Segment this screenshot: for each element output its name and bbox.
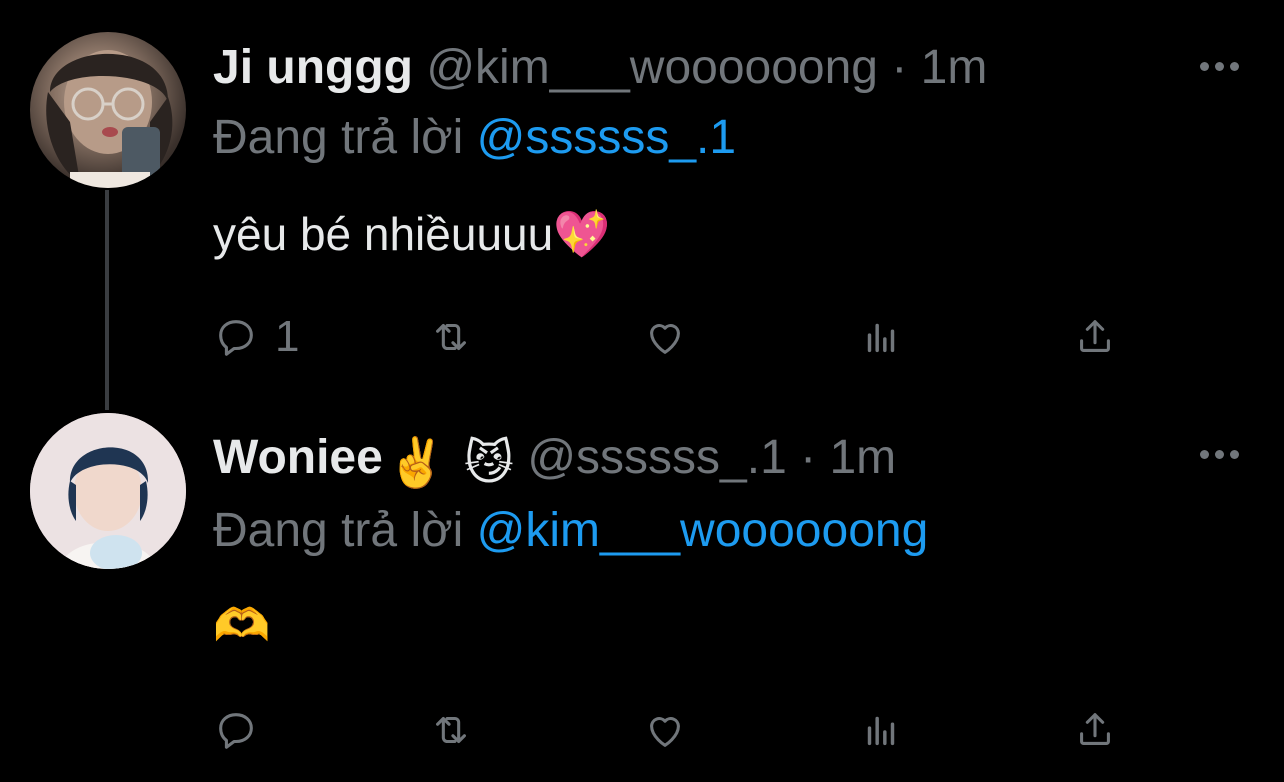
tweet-text: yêu bé nhiềuuuu💖 (213, 206, 610, 262)
reply-button[interactable] (213, 705, 275, 755)
retweet-icon (436, 323, 466, 351)
share-button[interactable] (1072, 312, 1118, 362)
share-icon (1080, 320, 1110, 352)
avatar-photo-icon (30, 413, 186, 569)
more-options-icon[interactable] (1200, 62, 1240, 74)
share-icon (1080, 713, 1110, 745)
mention-link[interactable]: @kim___woooooong (477, 504, 929, 557)
heart-hands-emoji: 🫶 (213, 599, 271, 651)
tweet-header: Ji unggg @kim___woooooong · 1m (213, 40, 987, 96)
user-handle[interactable]: @ssssss_.1 (527, 431, 786, 484)
tweet[interactable]: Ji unggg @kim___woooooong · 1m Đang trả … (0, 0, 1284, 395)
tweet[interactable]: Woniee✌️ 😼 @ssssss_.1 · 1m Đang trả lời … (0, 395, 1284, 782)
replying-prefix: Đang trả lời (213, 111, 464, 164)
share-button[interactable] (1072, 705, 1118, 755)
display-name[interactable]: Ji unggg (213, 41, 413, 94)
replying-to: Đang trả lời @ssssss_.1 (213, 110, 736, 166)
replying-to: Đang trả lời @kim___woooooong (213, 503, 928, 559)
mention-link[interactable]: @ssssss_.1 (477, 111, 736, 164)
views-button[interactable] (858, 705, 904, 755)
retweet-button[interactable] (428, 312, 474, 362)
retweet-button[interactable] (428, 705, 474, 755)
avatar[interactable] (30, 413, 186, 569)
separator-dot: · (800, 431, 817, 484)
tweet-text-content: yêu bé nhiềuuuu (213, 208, 554, 260)
avatar[interactable] (30, 32, 186, 188)
views-icon (867, 716, 895, 746)
reply-icon (219, 713, 253, 749)
sparkling-heart-emoji: 💖 (553, 208, 611, 260)
like-button[interactable] (642, 312, 688, 362)
like-button[interactable] (642, 705, 688, 755)
user-handle[interactable]: @kim___woooooong (426, 41, 878, 94)
timestamp[interactable]: 1m (921, 41, 988, 94)
like-icon (650, 324, 680, 354)
separator-dot: · (891, 41, 908, 94)
tweet-actions: 1 (0, 312, 1284, 362)
replying-prefix: Đang trả lời (213, 504, 464, 557)
views-icon (867, 323, 895, 353)
like-icon (650, 717, 680, 747)
avatar-photo-icon (46, 50, 173, 188)
reply-count: 1 (275, 312, 300, 361)
tweet-header: Woniee✌️ 😼 @ssssss_.1 · 1m (213, 430, 896, 492)
tweet-actions (0, 705, 1284, 755)
victory-hand-emoji: ✌️ (386, 437, 447, 490)
views-button[interactable] (858, 312, 904, 362)
tweet-text: 🫶 (213, 597, 270, 653)
reply-button[interactable]: 1 (213, 312, 299, 362)
retweet-icon (436, 716, 466, 744)
more-options-icon[interactable] (1200, 450, 1240, 462)
cat-smirk-emoji: 😼 (463, 437, 514, 490)
display-name[interactable]: Woniee (213, 431, 383, 484)
timestamp[interactable]: 1m (829, 431, 896, 484)
reply-icon (219, 320, 253, 356)
